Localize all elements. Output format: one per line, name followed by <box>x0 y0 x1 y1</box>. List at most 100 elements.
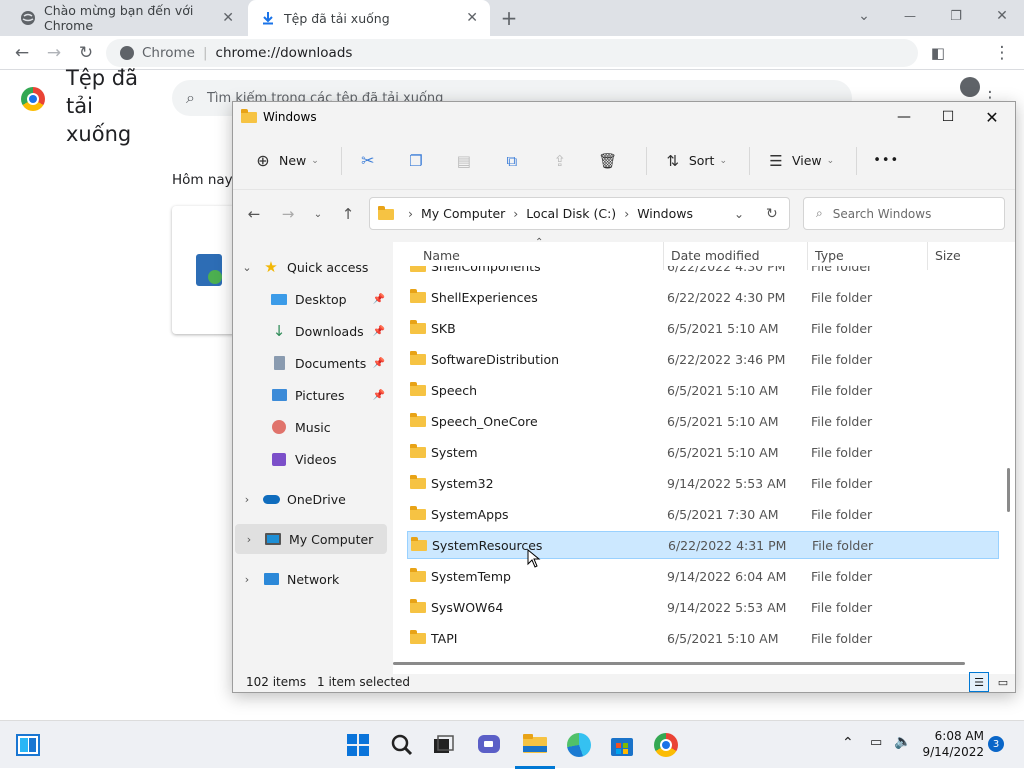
paste-button[interactable]: ▤ <box>446 144 488 178</box>
tiles-view-icon[interactable]: ▭ <box>993 672 1013 692</box>
table-row[interactable]: SKB 6/5/2021 5:10 AM File folder <box>407 314 999 342</box>
horizontal-scrollbar[interactable] <box>393 662 965 665</box>
nav-network[interactable]: › Network <box>233 564 389 594</box>
explorer-search[interactable]: ⌕ Search Windows <box>803 197 1005 230</box>
table-row[interactable]: SystemApps 6/5/2021 7:30 AM File folder <box>407 500 999 528</box>
side-panel-icon[interactable]: ◧ <box>924 39 952 67</box>
table-row[interactable]: Speech 6/5/2021 5:10 AM File folder <box>407 376 999 404</box>
breadcrumb-my-computer[interactable]: My Computer <box>421 206 505 221</box>
nav-downloads[interactable]: ↓ Downloads 📌 <box>233 316 389 346</box>
tab-downloads[interactable]: Tệp đã tải xuống ✕ <box>248 0 490 36</box>
breadcrumb-local-disk[interactable]: Local Disk (C:) <box>526 206 616 221</box>
omnibox-url: chrome://downloads <box>215 45 353 61</box>
notification-badge[interactable]: 3 <box>988 736 1004 752</box>
widgets-icon[interactable] <box>8 721 48 769</box>
breadcrumb-windows[interactable]: Windows <box>637 206 693 221</box>
copy-button[interactable]: ❐ <box>398 144 440 178</box>
explorer-minimize-button[interactable]: — <box>881 102 927 132</box>
explorer-maximize-button[interactable]: ☐ <box>925 102 971 132</box>
view-button[interactable]: ☰ View ⌄ <box>758 144 842 178</box>
chevron-right-icon[interactable]: › <box>235 533 263 546</box>
address-bar[interactable]: › My Computer › Local Disk (C:) › Window… <box>369 197 790 230</box>
network-status-icon[interactable]: ▭ <box>870 735 882 750</box>
column-header-type[interactable]: Type <box>815 248 844 263</box>
sort-button[interactable]: ⇅ Sort ⌄ <box>655 144 735 178</box>
back-icon[interactable]: ← <box>241 201 267 227</box>
edge-icon[interactable] <box>559 721 599 769</box>
file-name: SKB <box>431 320 456 336</box>
table-row[interactable]: SoftwareDistribution 6/22/2022 3:46 PM Fil… <box>407 345 999 373</box>
details-view-icon[interactable]: ☰ <box>969 672 989 692</box>
minimize-button[interactable]: — <box>896 2 924 30</box>
nav-documents[interactable]: Documents 📌 <box>233 348 389 378</box>
show-hidden-icons-chevron-icon[interactable]: ⌃ <box>842 735 854 751</box>
search-icon[interactable] <box>382 721 422 769</box>
reload-icon[interactable]: ↻ <box>72 39 100 67</box>
table-row[interactable]: System32 9/14/2022 5:53 AM File folder <box>407 469 999 497</box>
table-row[interactable]: ShellExperiences 6/22/2022 4:30 PM File fo… <box>407 283 999 311</box>
nav-pictures[interactable]: Pictures 📌 <box>233 380 389 410</box>
table-row[interactable]: TAPI 6/5/2021 5:10 AM File folder <box>407 624 999 652</box>
see-more-button[interactable]: ••• <box>865 144 907 178</box>
nav-label: My Computer <box>289 531 374 547</box>
omnibox-divider: | <box>202 45 208 61</box>
address-history-chevron-icon[interactable]: ⌄ <box>734 207 744 221</box>
site-info-icon[interactable] <box>120 46 134 60</box>
table-row[interactable]: Speech_OneCore 6/5/2021 5:10 AM File folde… <box>407 407 999 435</box>
new-button[interactable]: ⊕ New ⌄ <box>245 144 327 178</box>
cut-button[interactable]: ✂ <box>350 144 392 178</box>
chrome-taskbar-icon[interactable] <box>646 721 686 769</box>
table-row[interactable]: SysWOW64 9/14/2022 5:53 AM File folder <box>407 593 999 621</box>
refresh-icon[interactable]: ↻ <box>766 206 778 222</box>
folder-icon <box>410 568 426 582</box>
title-line: xuống <box>66 122 132 146</box>
nav-music[interactable]: Music <box>233 412 389 442</box>
forward-icon[interactable]: → <box>275 201 301 227</box>
column-header-date[interactable]: Date modified <box>671 248 760 263</box>
nav-my-computer[interactable]: › My Computer <box>235 524 387 554</box>
nav-label: Desktop <box>295 291 347 307</box>
share-button[interactable]: ⇪ <box>542 144 584 178</box>
volume-icon[interactable]: 🔈 <box>894 734 911 750</box>
restore-button[interactable]: ❐ <box>942 2 970 30</box>
pictures-icon <box>269 389 289 401</box>
start-icon[interactable] <box>338 721 378 769</box>
explorer-close-button[interactable]: ✕ <box>969 102 1015 132</box>
recent-locations-chevron-icon[interactable]: ⌄ <box>305 201 331 227</box>
sort-ascending-icon: ⌃ <box>535 237 544 248</box>
file-explorer-taskbar-icon[interactable] <box>515 721 555 769</box>
nav-onedrive[interactable]: › OneDrive <box>233 484 389 514</box>
tab-search-icon[interactable]: ⌄ <box>850 2 878 30</box>
file-date: 9/14/2022 5:53 AM <box>667 475 787 491</box>
column-header-size[interactable]: Size <box>935 248 961 263</box>
forward-icon[interactable]: → <box>40 39 68 67</box>
rename-button[interactable]: ⧉ <box>494 144 536 178</box>
close-button[interactable]: ✕ <box>988 2 1016 30</box>
clock[interactable]: 6:08 AM 9/14/2022 <box>922 728 984 760</box>
tab-close-icon[interactable]: ✕ <box>222 10 234 26</box>
tab-welcome[interactable]: Chào mừng bạn đến với Chrome ✕ <box>8 0 246 36</box>
nav-label: Documents <box>295 355 367 371</box>
tab-close-icon[interactable]: ✕ <box>466 10 478 26</box>
back-icon[interactable]: ← <box>8 39 36 67</box>
nav-videos[interactable]: Videos <box>233 444 389 474</box>
nav-quick-access[interactable]: ⌄ ★ Quick access <box>233 252 389 282</box>
new-tab-button[interactable]: + <box>495 4 523 32</box>
file-name: Speech_OneCore <box>431 413 538 429</box>
store-icon[interactable] <box>602 721 642 769</box>
vertical-scrollbar[interactable] <box>1007 468 1010 512</box>
chevron-down-icon[interactable]: ⌄ <box>233 261 261 274</box>
chevron-right-icon[interactable]: › <box>233 573 261 586</box>
chat-icon[interactable] <box>469 721 509 769</box>
table-row[interactable]: System 6/5/2021 5:10 AM File folder <box>407 438 999 466</box>
column-header-name[interactable]: Name <box>423 248 460 263</box>
chevron-right-icon[interactable]: › <box>233 493 261 506</box>
up-icon[interactable]: ↑ <box>335 201 361 227</box>
menu-icon[interactable]: ⋮ <box>988 39 1016 67</box>
table-row[interactable]: SystemResources 6/22/2022 4:31 PM File fol… <box>407 531 999 559</box>
nav-desktop[interactable]: Desktop 📌 <box>233 284 389 314</box>
delete-button[interactable]: 🗑 <box>590 144 632 178</box>
task-view-icon[interactable] <box>424 721 464 769</box>
omnibox[interactable]: Chrome | chrome://downloads <box>106 39 918 67</box>
table-row[interactable]: SystemTemp 9/14/2022 6:04 AM File folder <box>407 562 999 590</box>
